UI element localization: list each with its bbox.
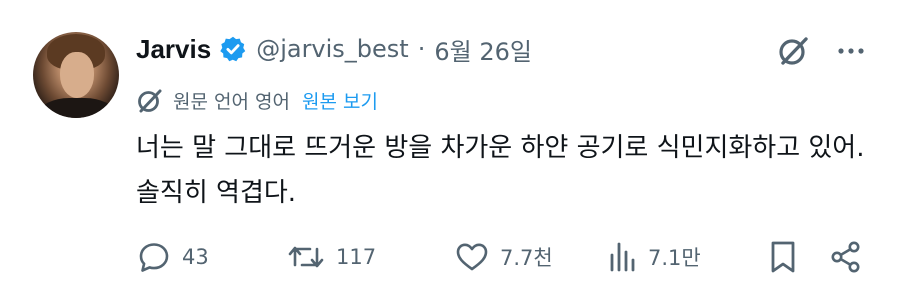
bookmark-button[interactable] bbox=[768, 239, 798, 275]
tweet-actions: 43 117 7.7천 7.1만 bbox=[136, 236, 868, 278]
like-button[interactable]: 7.7천 bbox=[454, 239, 553, 275]
translation-notice: 원문 언어 영어 원본 보기 bbox=[136, 84, 378, 116]
avatar-body bbox=[39, 98, 115, 118]
user-handle[interactable]: @jarvis_best bbox=[256, 35, 409, 63]
translated-label: 원문 언어 영어 bbox=[173, 90, 290, 113]
reply-count: 43 bbox=[182, 245, 209, 269]
translate-icon bbox=[136, 87, 163, 114]
bookmark-icon bbox=[771, 241, 795, 273]
views-button[interactable]: 7.1만 bbox=[608, 239, 701, 275]
like-count: 7.7천 bbox=[500, 246, 553, 270]
retweet-icon bbox=[288, 246, 324, 268]
views-count: 7.1만 bbox=[648, 246, 701, 270]
tweet[interactable]: Jarvis @jarvis_best · 6월 26일 원문 언어 영어 원본… bbox=[0, 0, 900, 299]
avatar[interactable] bbox=[33, 32, 119, 118]
tweet-date[interactable]: 6월 26일 bbox=[434, 32, 532, 67]
views-icon bbox=[610, 242, 635, 272]
grok-icon[interactable] bbox=[776, 34, 810, 68]
reply-button[interactable]: 43 bbox=[136, 239, 209, 275]
share-icon bbox=[831, 241, 860, 273]
more-icon[interactable] bbox=[836, 36, 866, 66]
like-icon bbox=[456, 243, 488, 271]
display-name[interactable]: Jarvis bbox=[136, 34, 211, 65]
reply-icon bbox=[139, 243, 169, 272]
avatar-face bbox=[60, 52, 94, 98]
separator-dot: · bbox=[417, 35, 426, 63]
tweet-top-actions bbox=[776, 34, 866, 68]
tweet-header: Jarvis @jarvis_best · 6월 26일 bbox=[136, 31, 532, 67]
retweet-button[interactable]: 117 bbox=[286, 239, 376, 275]
share-button[interactable] bbox=[828, 239, 864, 275]
retweet-count: 117 bbox=[336, 245, 377, 269]
verified-badge-icon[interactable] bbox=[219, 35, 247, 63]
show-original-link[interactable]: 원본 보기 bbox=[302, 87, 378, 114]
tweet-text: 너는 말 그대로 뜨거운 방을 차가운 하얀 공기로 식민지화하고 있어. 솔직… bbox=[136, 133, 865, 208]
